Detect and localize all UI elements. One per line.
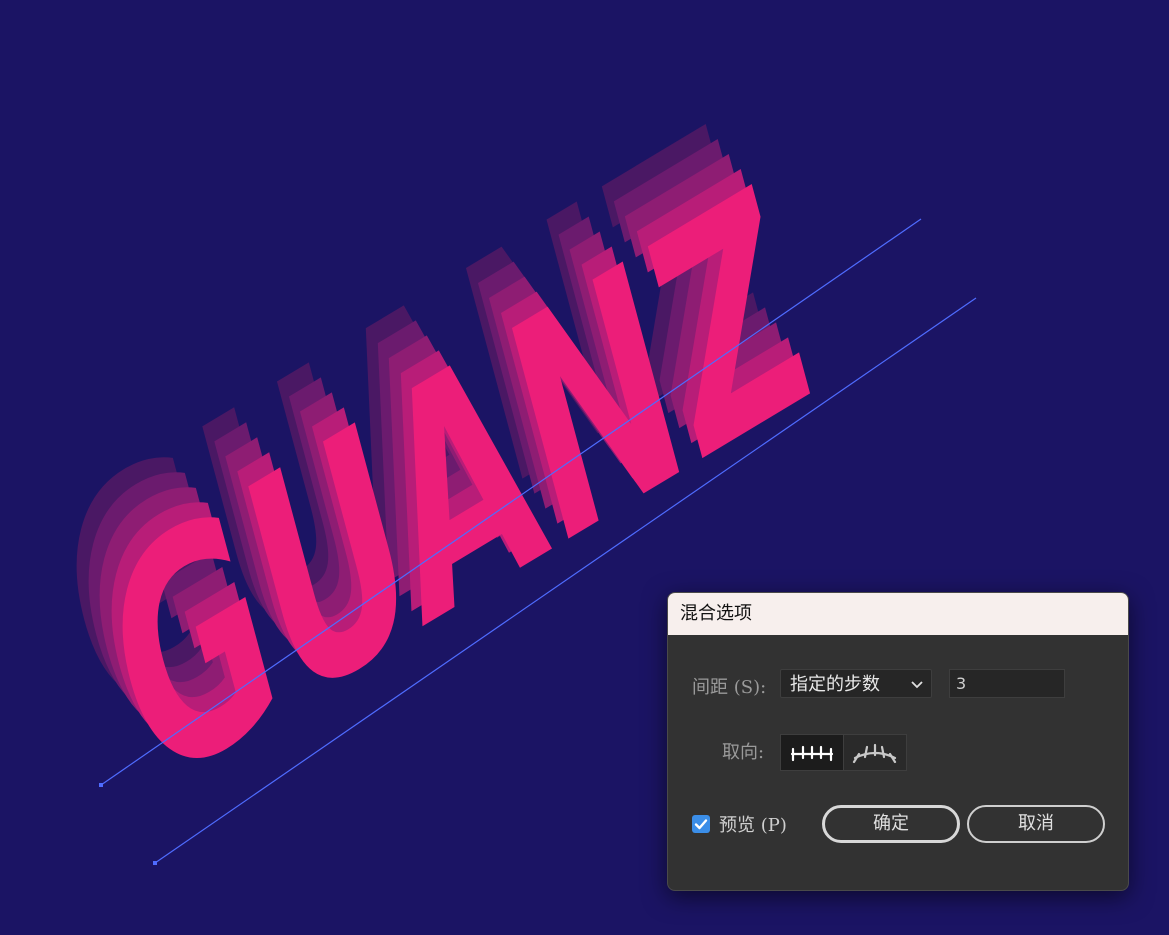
align-to-path-button[interactable] bbox=[843, 735, 906, 770]
preview-checkbox[interactable] bbox=[692, 815, 710, 833]
orientation-toggle bbox=[780, 734, 907, 771]
align-to-page-button[interactable] bbox=[781, 735, 843, 770]
chevron-down-icon bbox=[911, 681, 923, 689]
align-to-path-icon bbox=[852, 743, 897, 763]
align-to-page-icon bbox=[790, 745, 834, 761]
preview-label[interactable]: 预览 (P) bbox=[719, 811, 787, 837]
steps-input[interactable] bbox=[949, 669, 1065, 698]
checkmark-icon bbox=[694, 819, 708, 830]
spacing-select-value: 指定的步数 bbox=[790, 674, 880, 695]
spacing-select[interactable]: 指定的步数 bbox=[780, 669, 932, 698]
dialog-title: 混合选项 bbox=[668, 593, 1128, 635]
anchor-point[interactable] bbox=[153, 861, 157, 865]
orientation-label: 取向: bbox=[722, 742, 765, 763]
blend-options-dialog: 混合选项 间距 (S): 指定的步数 取向: bbox=[667, 592, 1129, 891]
anchor-point[interactable] bbox=[99, 783, 103, 787]
ok-button[interactable]: 确定 bbox=[822, 805, 960, 843]
spacing-label: 间距 (S): bbox=[692, 677, 767, 698]
cancel-button[interactable]: 取消 bbox=[967, 805, 1105, 843]
